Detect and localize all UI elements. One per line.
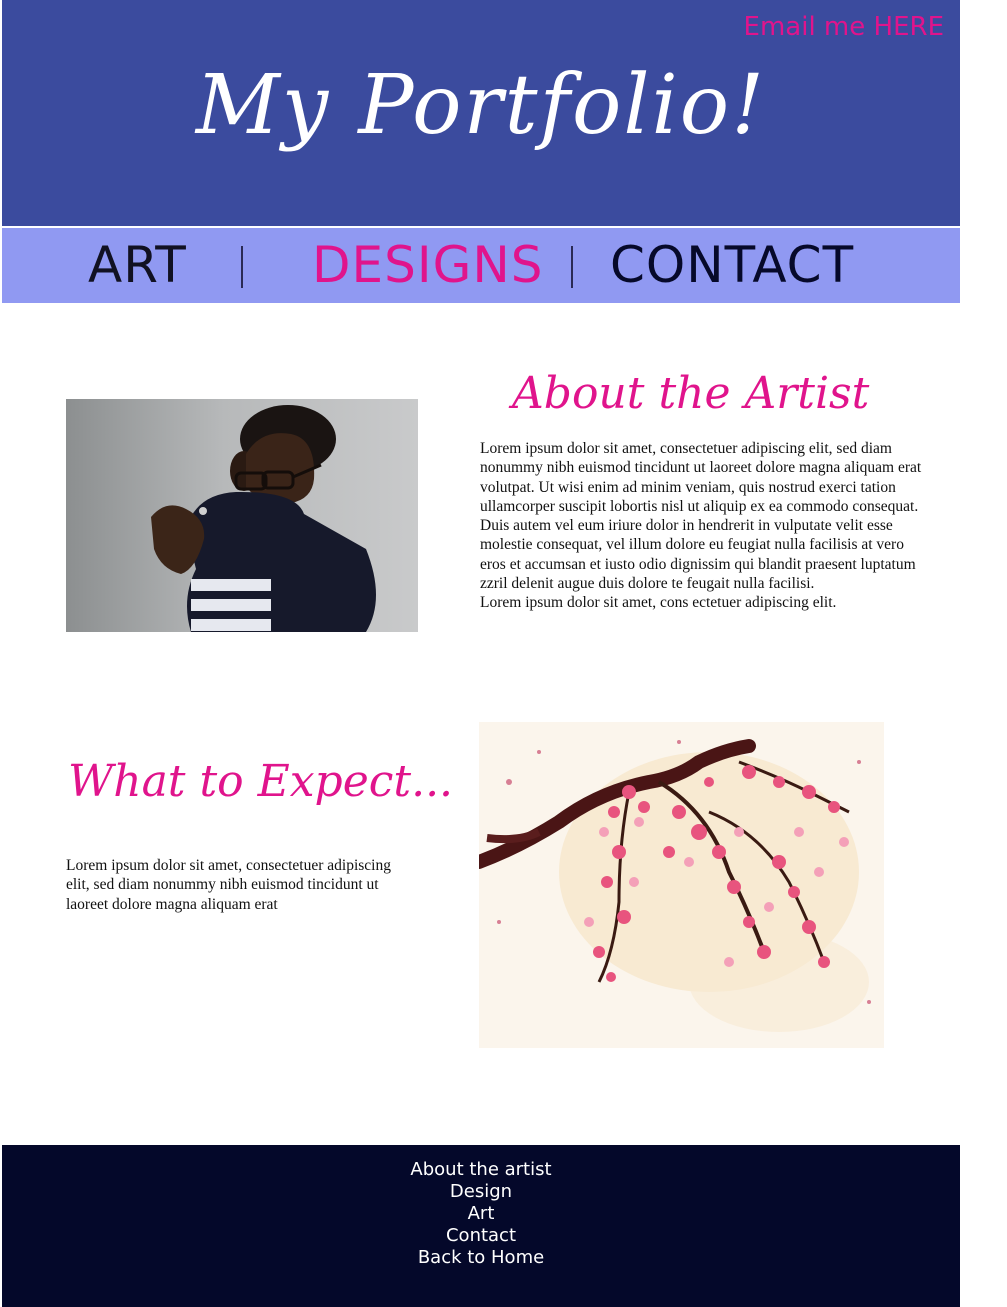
footer-link-art[interactable]: Art [2, 1203, 960, 1225]
about-paragraph: Lorem ipsum dolor sit amet, consectetuer… [480, 440, 922, 593]
nav-divider [571, 246, 573, 288]
expect-heading: What to Expect... [68, 756, 454, 807]
nav-bar: ART DESIGNS CONTACT [2, 228, 960, 303]
header: Email me HERE My Portfolio! [2, 0, 960, 226]
about-text-block: Lorem ipsum dolor sit amet, consectetuer… [480, 439, 930, 613]
footer-links: About the artist Design Art Contact Back… [2, 1159, 960, 1269]
nav-item-art[interactable]: ART [88, 236, 187, 294]
footer-link-contact[interactable]: Contact [2, 1225, 960, 1247]
about-paragraph-2: Lorem ipsum dolor sit amet, cons ectetue… [480, 594, 837, 612]
site-title: My Portfolio! [195, 58, 767, 153]
expect-paragraph: Lorem ipsum dolor sit amet, consectetuer… [66, 857, 391, 913]
cherry-blossom-painting [479, 722, 884, 1048]
nav-item-contact[interactable]: CONTACT [610, 236, 854, 294]
about-heading: About the Artist [512, 368, 870, 419]
footer-link-design[interactable]: Design [2, 1181, 960, 1203]
nav-item-designs[interactable]: DESIGNS [312, 236, 543, 294]
nav-divider [241, 246, 243, 288]
artist-photo [66, 399, 418, 632]
footer-link-home[interactable]: Back to Home [2, 1247, 960, 1269]
email-link[interactable]: Email me HERE [744, 12, 944, 42]
footer: About the artist Design Art Contact Back… [2, 1145, 960, 1307]
footer-link-about[interactable]: About the artist [2, 1159, 960, 1181]
